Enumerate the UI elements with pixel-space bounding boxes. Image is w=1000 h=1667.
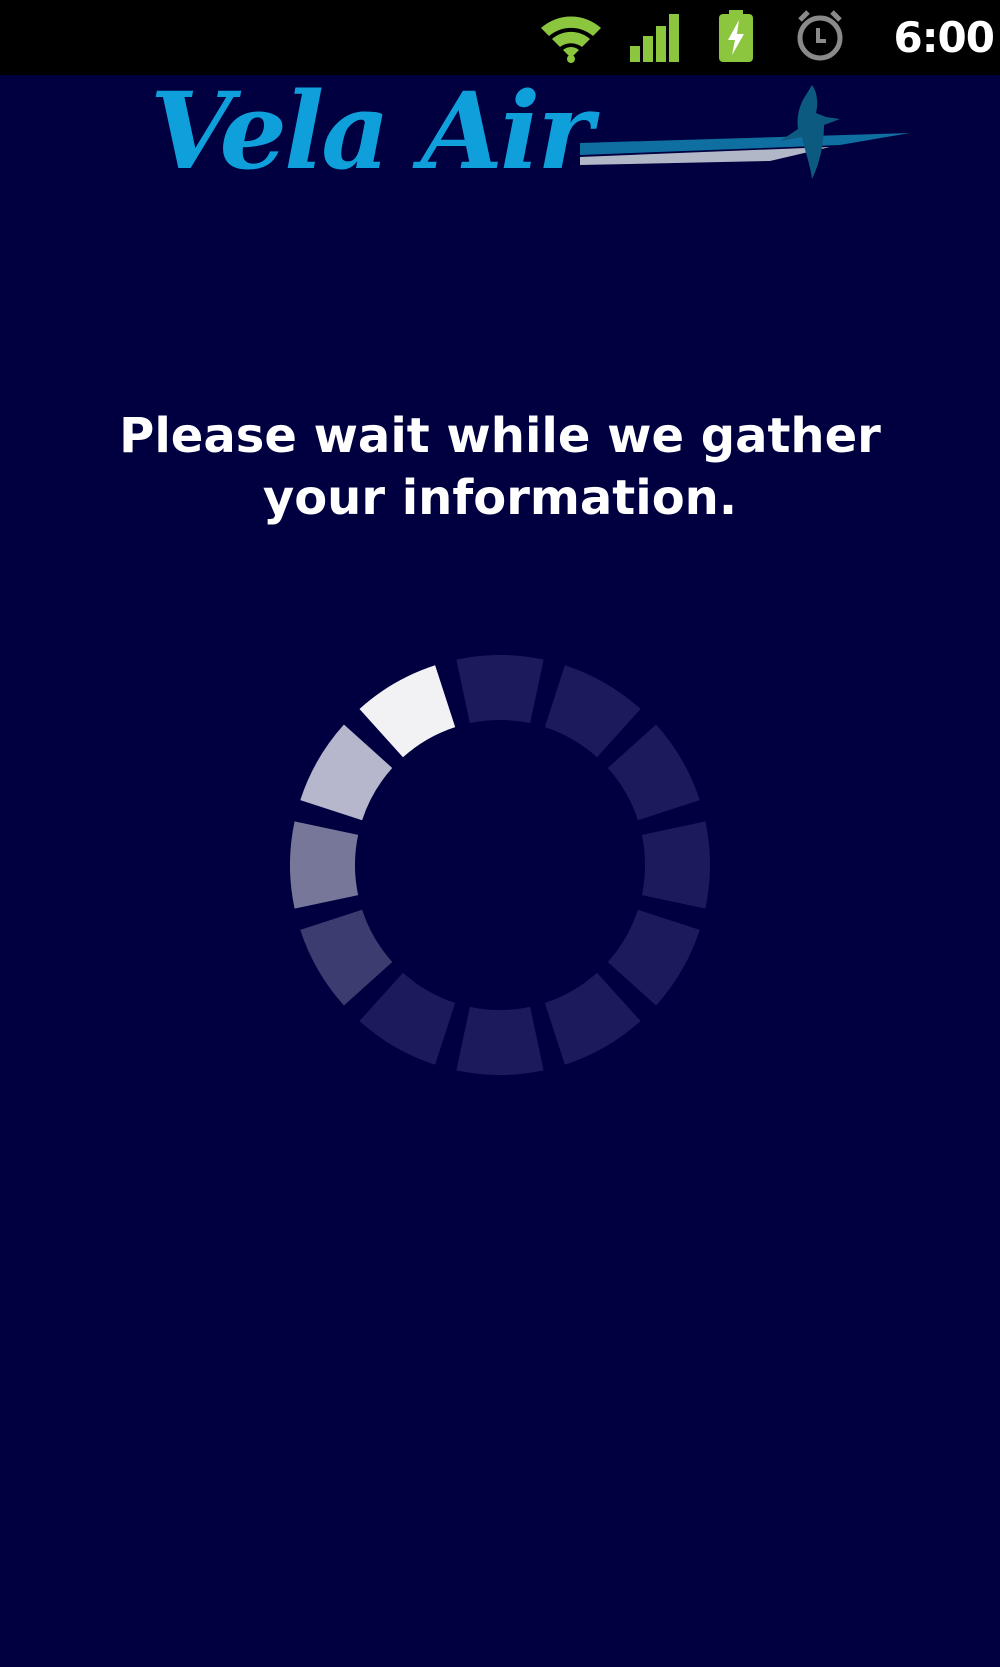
bird-icon [780, 85, 840, 179]
spinner-segment [359, 665, 456, 758]
signal-icon [630, 14, 679, 62]
spinner-segment [641, 821, 710, 909]
alarm-icon [797, 10, 843, 61]
spinner-segment [300, 909, 393, 1006]
status-bar: 6:00 [0, 0, 1000, 75]
loading-message: Please wait while we gather your informa… [119, 408, 881, 526]
spinner-segment [456, 655, 544, 724]
loading-spinner [290, 655, 710, 1075]
wifi-icon [541, 16, 601, 63]
spinner-segment [607, 724, 700, 821]
spinner-segment [290, 821, 359, 909]
spinner-segment [456, 1006, 544, 1075]
loading-screen: Vela Air Please wait while we gather you… [0, 71, 1000, 1667]
wing-swoosh-icon [580, 133, 910, 165]
vela-air-logo: Vela Air [150, 71, 910, 199]
spinner-segment [359, 972, 456, 1065]
status-bar-time: 6:00 [893, 13, 995, 62]
spinner-segment [544, 972, 641, 1065]
spinner-segment [607, 909, 700, 1006]
battery-charging-icon [719, 10, 753, 62]
brand-name: Vela Air [150, 68, 593, 193]
spinner-segment [544, 665, 641, 758]
spinner-segment [300, 724, 393, 821]
